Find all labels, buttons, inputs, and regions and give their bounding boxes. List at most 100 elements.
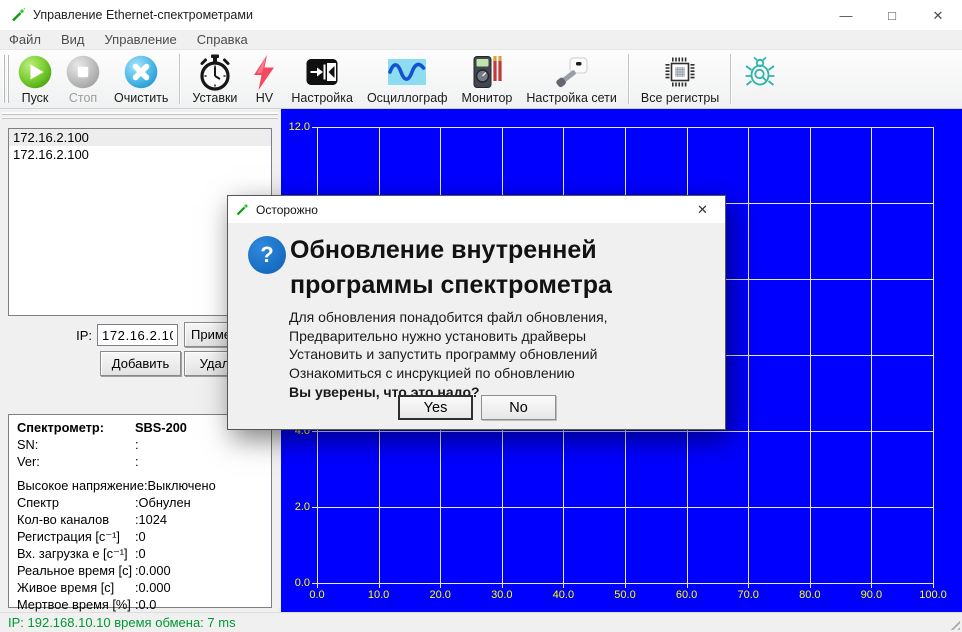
clear-icon xyxy=(124,53,158,91)
yes-button[interactable]: Yes xyxy=(398,395,473,420)
dialog-body-line: Предварительно нужно установить драйверы xyxy=(289,327,608,346)
close-button[interactable]: ✕ xyxy=(915,1,961,30)
info-row: Ver:: xyxy=(17,453,271,470)
x-tick-label: 10.0 xyxy=(356,588,402,602)
grid-line-vertical xyxy=(871,127,872,584)
x-tick-label: 50.0 xyxy=(602,588,648,602)
info-row: Мертвое время [%]:0.0 xyxy=(17,596,271,613)
status-bar: IP: 192.168.10.10 время обмена: 7 ms xyxy=(0,612,962,632)
grid-line-vertical xyxy=(810,127,811,584)
dialog-body-line: Ознакомиться с инсрукцией по обновлению xyxy=(289,364,608,383)
toolbar-label: Очистить xyxy=(114,91,168,105)
oscilloscope-button[interactable]: Осциллограф xyxy=(360,50,455,108)
info-value: :1024 xyxy=(135,511,167,528)
x-tick-label: 70.0 xyxy=(725,588,771,602)
toolbar-separator xyxy=(179,54,181,104)
app-wand-icon xyxy=(11,8,25,22)
play-icon xyxy=(18,53,52,91)
toolbar-separator xyxy=(628,54,630,104)
grid-line-vertical xyxy=(933,127,934,584)
ip-label: IP: xyxy=(0,328,92,343)
app-window: Управление Ethernet-спектрометрами — □ ✕… xyxy=(0,0,962,632)
toolbar-separator xyxy=(730,54,732,104)
info-value: : xyxy=(135,453,139,470)
x-tick-label: 90.0 xyxy=(848,588,894,602)
x-tick-label: 40.0 xyxy=(540,588,586,602)
x-tick-label: 20.0 xyxy=(417,588,463,602)
horizontal-splitter-grip[interactable] xyxy=(2,112,278,120)
info-value: :0.000 xyxy=(135,562,171,579)
debug-bug-icon xyxy=(743,53,777,91)
toolbar-label: Все регистры xyxy=(641,91,719,105)
info-label: Спектр xyxy=(17,494,135,511)
info-row: SN:: xyxy=(17,436,271,453)
spectrometer-info-panel: Спектрометр:SBS-200 SN:: Ver:: Высокое н… xyxy=(8,414,272,608)
dialog-title-bar: Осторожно ✕ xyxy=(228,196,725,223)
debug-button[interactable] xyxy=(736,50,784,108)
info-label: SN: xyxy=(17,436,135,453)
question-icon: ? xyxy=(248,236,286,274)
menu-help[interactable]: Справка xyxy=(187,32,258,47)
info-label: Вх. загрузка е [с⁻¹] xyxy=(17,545,135,562)
info-row: Вх. загрузка е [с⁻¹]:0 xyxy=(17,545,271,562)
minimize-button[interactable]: — xyxy=(823,1,869,30)
hv-button[interactable]: HV xyxy=(244,50,284,108)
dialog-heading: Обновление внутренней программы спектром… xyxy=(290,233,710,303)
info-label: Реальное время [с] xyxy=(17,562,135,579)
toolbar-grip[interactable] xyxy=(3,55,9,103)
warning-dialog: Осторожно ✕ ? Обновление внутренней прог… xyxy=(227,195,726,430)
dialog-title: Осторожно xyxy=(256,203,318,217)
clear-button[interactable]: Очистить xyxy=(107,50,175,108)
chip-icon xyxy=(663,53,697,91)
toolbar-label: Настройка xyxy=(291,91,353,105)
settings-button[interactable]: Настройка xyxy=(284,50,360,108)
x-tick-label: 100.0 xyxy=(910,588,956,602)
dialog-wand-icon xyxy=(236,203,249,216)
dialog-close-button[interactable]: ✕ xyxy=(680,196,725,223)
info-value: :Обнулен xyxy=(135,494,191,511)
menu-bar: Файл Вид Управление Справка xyxy=(0,30,962,49)
x-tick-label: 60.0 xyxy=(664,588,710,602)
oscilloscope-icon xyxy=(388,53,426,91)
resize-grip[interactable] xyxy=(947,617,960,630)
stop-button[interactable]: Стоп xyxy=(59,50,107,108)
network-key-icon xyxy=(555,53,589,91)
list-item[interactable]: 172.16.2.100 xyxy=(9,129,271,146)
info-label: Мертвое время [%] xyxy=(17,596,135,613)
network-settings-button[interactable]: Настройка сети xyxy=(519,50,624,108)
info-label: Живое время [с] xyxy=(17,579,135,596)
monitor-button[interactable]: Монитор xyxy=(455,50,520,108)
info-row: Регистрация [с⁻¹]:0 xyxy=(17,528,271,545)
toolbar-label: HV xyxy=(256,91,273,105)
adc-settings-icon xyxy=(305,53,339,91)
info-value: : xyxy=(135,436,139,453)
info-value: :Выключено xyxy=(144,477,216,494)
grid-line-vertical xyxy=(748,127,749,584)
y-tick-label: 12.0 xyxy=(281,120,310,134)
toolbar-label: Осциллограф xyxy=(367,91,448,105)
x-tick-label: 0.0 xyxy=(294,588,340,602)
presets-button[interactable]: Уставки xyxy=(185,50,244,108)
toolbar-label: Настройка сети xyxy=(526,91,617,105)
no-button[interactable]: No xyxy=(481,395,556,420)
toolbar-label: Монитор xyxy=(462,91,513,105)
menu-control[interactable]: Управление xyxy=(95,32,187,47)
toolbar-label: Стоп xyxy=(69,91,97,105)
info-label: Кол-во каналов xyxy=(17,511,135,528)
status-text: IP: 192.168.10.10 время обмена: 7 ms xyxy=(8,615,236,630)
high-voltage-icon xyxy=(251,53,277,91)
info-row: Реальное время [с]:0.000 xyxy=(17,562,271,579)
ip-input[interactable] xyxy=(97,324,178,346)
x-tick-label: 30.0 xyxy=(479,588,525,602)
menu-file[interactable]: Файл xyxy=(0,32,51,47)
menu-view[interactable]: Вид xyxy=(51,32,95,47)
info-value: :0.0 xyxy=(135,596,156,613)
add-button[interactable]: Добавить xyxy=(100,351,181,376)
start-button[interactable]: Пуск xyxy=(11,50,59,108)
info-value: :0.000 xyxy=(135,579,171,596)
title-bar: Управление Ethernet-спектрометрами — □ ✕ xyxy=(0,0,962,30)
all-registers-button[interactable]: Все регистры xyxy=(634,50,726,108)
info-label: Регистрация [с⁻¹] xyxy=(17,528,135,545)
list-item[interactable]: 172.16.2.100 xyxy=(9,146,271,163)
maximize-button[interactable]: □ xyxy=(869,1,915,30)
